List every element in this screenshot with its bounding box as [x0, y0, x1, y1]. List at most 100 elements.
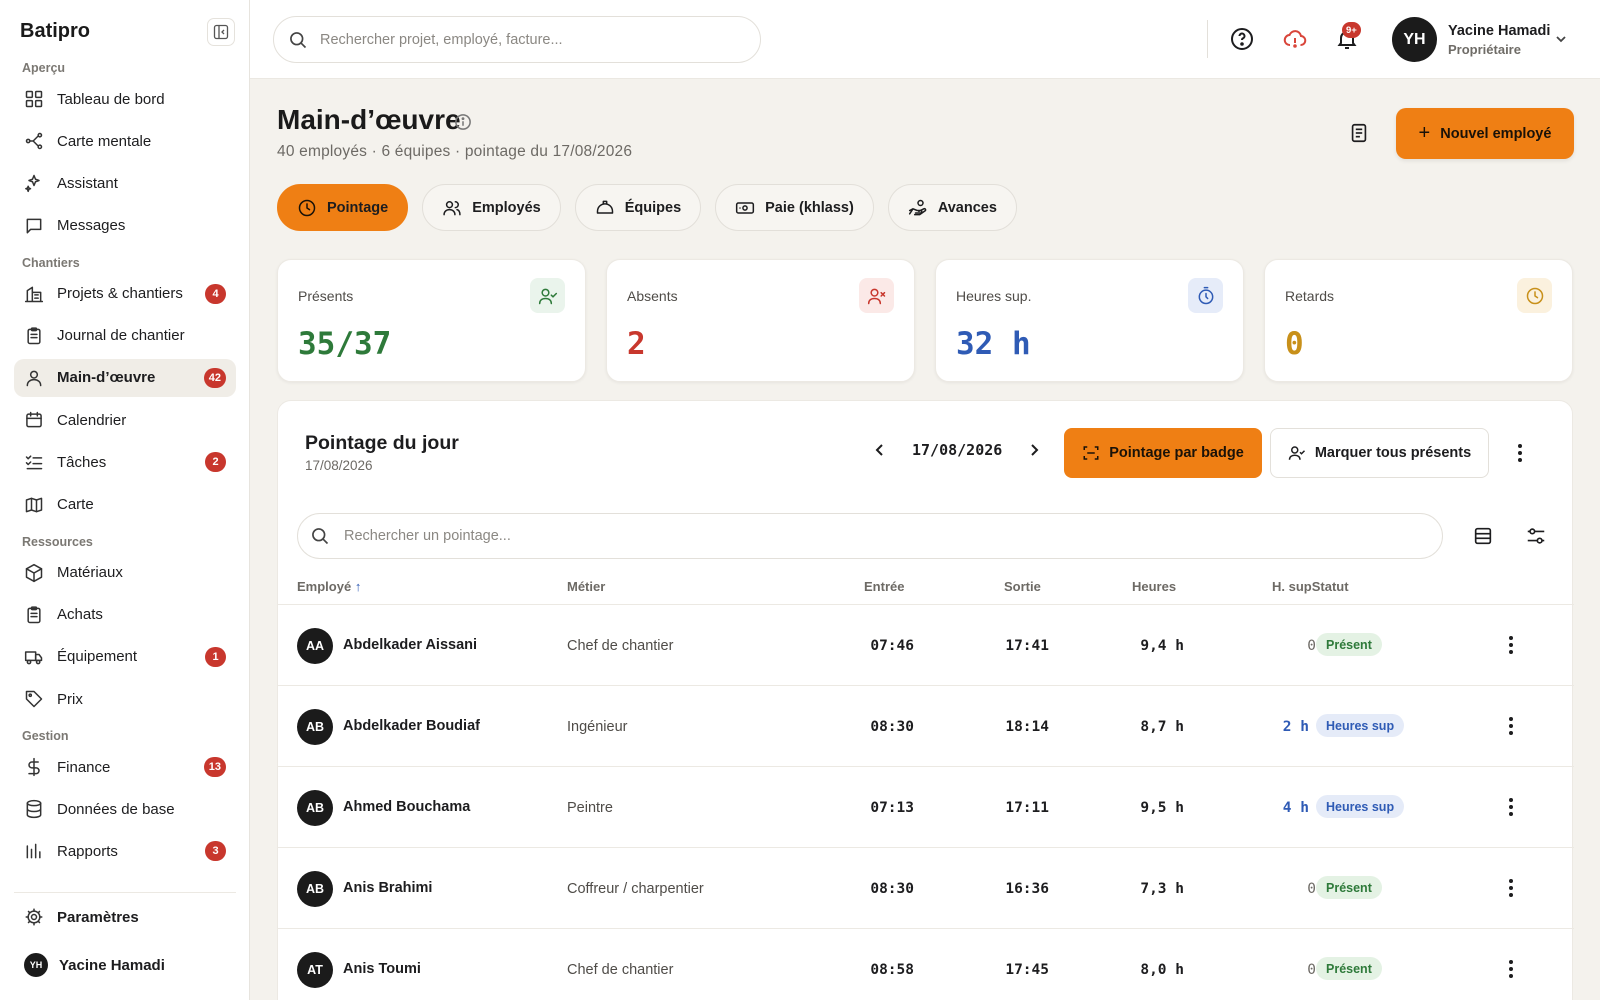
topbar-user-name[interactable]: Yacine Hamadi: [1448, 23, 1550, 39]
page-title: Main-d’œuvre: [277, 104, 461, 135]
employee-name[interactable]: Anis Toumi: [343, 961, 421, 977]
more-options-icon[interactable]: [1508, 441, 1532, 465]
sidebar-item-achats[interactable]: Achats: [14, 596, 236, 634]
time-in[interactable]: 08:30: [854, 881, 914, 897]
overtime-hours: 0: [1307, 638, 1316, 654]
sidebar-item-calendrier[interactable]: Calendrier: [14, 401, 236, 439]
sidebar-item-label: Main-d’œuvre: [57, 369, 156, 387]
tab-avances[interactable]: Avances: [887, 184, 1017, 231]
chevron-right-icon[interactable]: [1023, 439, 1045, 461]
topbar-divider: [1207, 20, 1208, 58]
sidebar-item-tableau-de-bord[interactable]: Tableau de bord: [14, 80, 236, 118]
sidebar-item-équipement[interactable]: Équipement 1: [14, 638, 236, 676]
overtime-hours: 0: [1307, 881, 1316, 897]
collapse-sidebar-button[interactable]: [207, 18, 235, 46]
sidebar-toggle-icon: [213, 24, 229, 40]
document-icon[interactable]: [1346, 120, 1372, 146]
current-date[interactable]: 17/08/2026: [912, 441, 1002, 459]
status-badge: Heures sup: [1316, 714, 1405, 737]
list-view-icon[interactable]: [1470, 523, 1496, 549]
stat-card: Retards 0: [1264, 259, 1573, 382]
sidebar-item-matériaux[interactable]: Matériaux: [14, 554, 236, 592]
time-out[interactable]: 17:45: [989, 962, 1049, 978]
avatar[interactable]: YH: [1392, 17, 1437, 62]
stat-card: Présents 35/37: [277, 259, 586, 382]
sidebar-item-finance[interactable]: Finance 13: [14, 748, 236, 786]
stat-label: Retards: [1285, 288, 1335, 304]
time-out[interactable]: 17:41: [989, 638, 1049, 654]
settings-label: Paramètres: [57, 908, 139, 926]
tab-employés[interactable]: Employés: [422, 184, 561, 231]
table-row[interactable]: AA Abdelkader Aissani Chef de chantier 0…: [278, 605, 1574, 686]
employee-name[interactable]: Anis Brahimi: [343, 880, 432, 896]
sidebar-item-label: Matériaux: [57, 564, 123, 581]
help-icon[interactable]: [1230, 27, 1254, 51]
sidebar-item-tâches[interactable]: Tâches 2: [14, 443, 236, 481]
column-header-overtime-status[interactable]: H. supStatut: [1272, 579, 1349, 594]
column-header-in[interactable]: Entrée: [864, 579, 904, 594]
cloud-sync-icon[interactable]: [1283, 27, 1307, 51]
table-row[interactable]: AB Anis Brahimi Coffreur / charpentier 0…: [278, 848, 1574, 929]
chevron-left-icon[interactable]: [869, 439, 891, 461]
new-employee-button[interactable]: + Nouvel employé: [1396, 108, 1574, 159]
sidebar-item-rapports[interactable]: Rapports 3: [14, 832, 236, 870]
time-in[interactable]: 08:30: [854, 719, 914, 735]
panel-date: 17/08/2026: [305, 458, 373, 473]
table-row[interactable]: AB Abdelkader Boudiaf Ingénieur 08:30 18…: [278, 686, 1574, 767]
gear-icon: [24, 907, 44, 927]
column-header-hours[interactable]: Heures: [1132, 579, 1176, 594]
global-search-input[interactable]: Rechercher projet, employé, facture...: [273, 16, 761, 63]
user-check-icon: [530, 278, 565, 313]
sidebar-item-main-d-œuvre[interactable]: Main-d’œuvre 42: [14, 358, 236, 397]
mindmap-icon: [24, 131, 44, 151]
sidebar-item-prix[interactable]: Prix: [14, 680, 236, 718]
row-more-options-icon[interactable]: [1499, 714, 1523, 738]
row-more-options-icon[interactable]: [1499, 633, 1523, 657]
time-out[interactable]: 16:36: [989, 881, 1049, 897]
sidebar-item-carte[interactable]: Carte: [14, 486, 236, 524]
row-more-options-icon[interactable]: [1499, 957, 1523, 981]
employee-name[interactable]: Abdelkader Boudiaf: [343, 718, 480, 734]
sidebar-user[interactable]: YH Yacine Hamadi: [24, 953, 165, 977]
employee-job: Coffreur / charpentier: [567, 881, 704, 897]
sidebar-item-journal-de-chantier[interactable]: Journal de chantier: [14, 317, 236, 355]
column-header-employee[interactable]: Employé ↑: [297, 579, 361, 594]
table-row[interactable]: AT Anis Toumi Chef de chantier 08:58 17:…: [278, 929, 1574, 1000]
sidebar-item-messages[interactable]: Messages: [14, 207, 236, 245]
sidebar-item-assistant[interactable]: Assistant: [14, 164, 236, 202]
badge-scan-button[interactable]: Pointage par badge: [1064, 428, 1262, 478]
sidebar-user-name: Yacine Hamadi: [59, 956, 165, 974]
settings-link[interactable]: Paramètres: [24, 907, 139, 927]
table-row[interactable]: AB Ahmed Bouchama Peintre 07:13 17:11 9,…: [278, 767, 1574, 848]
column-header-job[interactable]: Métier: [567, 579, 605, 594]
filter-icon[interactable]: [1523, 523, 1549, 549]
time-in[interactable]: 07:13: [854, 800, 914, 816]
sidebar-item-données-de-base[interactable]: Données de base: [14, 790, 236, 828]
sidebar-item-carte-mentale[interactable]: Carte mentale: [14, 122, 236, 160]
helmet-icon: [595, 198, 615, 218]
row-more-options-icon[interactable]: [1499, 795, 1523, 819]
count-badge: 42: [203, 367, 226, 388]
time-out[interactable]: 17:11: [989, 800, 1049, 816]
stat-value: 0: [1285, 326, 1304, 362]
tab-pointage[interactable]: Pointage: [277, 184, 409, 231]
bar-chart-icon: [24, 841, 44, 861]
overtime-hours: 2 h: [1282, 719, 1309, 735]
tab-équipes[interactable]: Équipes: [574, 184, 702, 231]
employee-name[interactable]: Ahmed Bouchama: [343, 799, 470, 815]
info-icon[interactable]: [454, 113, 472, 136]
attendance-search-input[interactable]: Rechercher un pointage...: [297, 513, 1443, 559]
time-out[interactable]: 18:14: [989, 719, 1049, 735]
time-in[interactable]: 07:46: [854, 638, 914, 654]
employee-name[interactable]: Abdelkader Aissani: [343, 637, 477, 653]
stat-label: Absents: [627, 288, 678, 304]
column-header-out[interactable]: Sortie: [1004, 579, 1041, 594]
chevron-down-icon[interactable]: [1553, 31, 1569, 52]
tab-paie[interactable]: Paie (khlass): [715, 184, 874, 231]
stat-card: Absents 2: [606, 259, 915, 382]
row-more-options-icon[interactable]: [1499, 876, 1523, 900]
time-in[interactable]: 08:58: [854, 962, 914, 978]
mark-all-present-button[interactable]: Marquer tous présents: [1270, 428, 1489, 478]
sidebar-item-projets-chantiers[interactable]: Projets & chantiers 4: [14, 275, 236, 313]
map-icon: [24, 495, 44, 515]
